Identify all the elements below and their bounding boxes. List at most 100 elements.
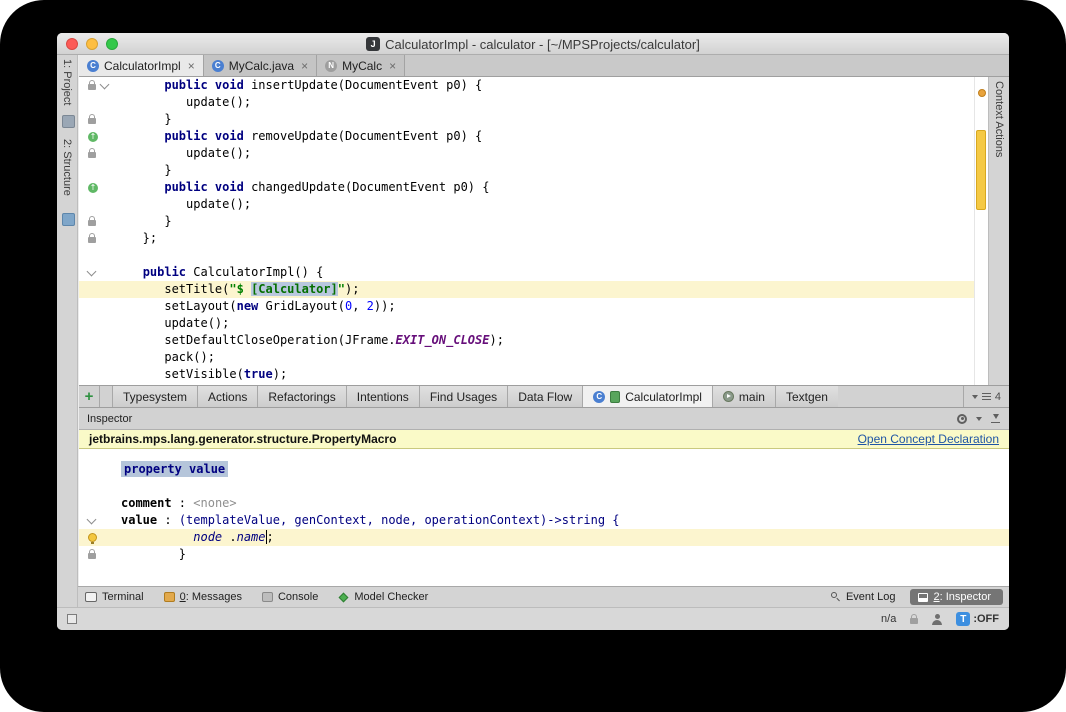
code-line[interactable] bbox=[79, 247, 974, 264]
concept-fqname: jetbrains.mps.lang.generator.structure.P… bbox=[89, 432, 397, 446]
bottom-tab[interactable]: Data Flow bbox=[507, 386, 583, 407]
messages-icon bbox=[163, 592, 175, 602]
code-line[interactable]: } bbox=[79, 162, 974, 179]
bottom-tab[interactable]: Textgen bbox=[774, 386, 838, 407]
code-text: } bbox=[121, 214, 172, 228]
bottom-tab[interactable]: Typesystem bbox=[112, 386, 198, 407]
code-line[interactable]: public void insertUpdate(DocumentEvent p… bbox=[79, 77, 974, 94]
open-concept-declaration-link[interactable]: Open Concept Declaration bbox=[858, 432, 999, 446]
hector-inspections-icon[interactable] bbox=[932, 613, 943, 625]
list-icon bbox=[981, 393, 991, 400]
code-line[interactable]: pack(); bbox=[79, 349, 974, 366]
code-line[interactable]: setLayout(new GridLayout(0, 2)); bbox=[79, 298, 974, 315]
inspection-status-icon[interactable] bbox=[978, 89, 986, 97]
code-line[interactable]: setVisible(true); bbox=[79, 366, 974, 383]
hide-panel-icon[interactable] bbox=[991, 413, 1001, 424]
tab-overflow-control[interactable]: 4 bbox=[962, 386, 1009, 407]
tab-stub bbox=[99, 386, 112, 407]
code-line[interactable]: value : (templateValue, genContext, node… bbox=[79, 512, 1009, 529]
inspector-editor[interactable]: property value comment : <none> value : (t… bbox=[79, 449, 1009, 586]
gear-icon[interactable] bbox=[957, 413, 967, 424]
code-text: } bbox=[121, 163, 172, 177]
code-line[interactable]: } bbox=[79, 213, 974, 230]
code-line[interactable]: property value bbox=[79, 461, 1009, 478]
titlebar[interactable]: J CalculatorImpl - calculator - [~/MPSPr… bbox=[57, 33, 1009, 55]
close-tab-icon[interactable]: × bbox=[389, 60, 396, 72]
bottom-tab-label: Data Flow bbox=[518, 389, 573, 404]
chevron-down-icon bbox=[971, 394, 978, 399]
code-line[interactable]: update(); bbox=[79, 315, 974, 332]
structure-tool-icon[interactable] bbox=[62, 213, 75, 226]
mps-app-icon: J bbox=[366, 37, 381, 51]
bottom-tab[interactable]: Refactorings bbox=[257, 386, 346, 407]
tool-window-label: Console bbox=[277, 591, 319, 603]
gutter bbox=[79, 512, 121, 529]
project-tool-icon[interactable] bbox=[62, 115, 75, 128]
gutter: ↑ bbox=[79, 128, 121, 145]
tool-window-button[interactable]: 0: Messages bbox=[163, 591, 242, 603]
bottom-tab-label: Find Usages bbox=[429, 389, 498, 404]
gutter bbox=[79, 315, 121, 332]
bottom-tab[interactable]: Find Usages bbox=[418, 386, 508, 407]
chevron-down-icon[interactable] bbox=[976, 416, 982, 421]
tool-window-button[interactable]: Model Checker bbox=[338, 591, 428, 603]
code-text: public CalculatorImpl() { bbox=[142, 265, 324, 279]
code-line[interactable]: update(); bbox=[79, 94, 974, 111]
close-window-button[interactable] bbox=[66, 38, 78, 50]
code-line[interactable]: ↑ public void removeUpdate(DocumentEvent… bbox=[79, 128, 974, 145]
add-tab-button[interactable]: + bbox=[79, 386, 99, 407]
memory-indicator[interactable]: n/a bbox=[881, 613, 896, 625]
scrollbar-thumb[interactable] bbox=[976, 130, 986, 210]
lock-icon[interactable] bbox=[910, 613, 919, 624]
lock-icon bbox=[88, 549, 96, 559]
typing-assist-toggle[interactable]: T :OFF bbox=[956, 612, 999, 626]
tool-window-button[interactable]: Console bbox=[261, 591, 319, 603]
event-log-button[interactable]: Event Log bbox=[830, 591, 896, 603]
main-area: public void insertUpdate(DocumentEvent p… bbox=[79, 77, 1009, 586]
bottom-tab[interactable]: Intentions bbox=[345, 386, 419, 407]
code-text: public void insertUpdate(DocumentEvent p… bbox=[164, 78, 483, 92]
fold-icon[interactable] bbox=[86, 266, 97, 276]
close-tab-icon[interactable]: × bbox=[301, 60, 308, 72]
code-line[interactable]: comment : <none> bbox=[79, 495, 1009, 512]
code-line[interactable]: update(); bbox=[79, 145, 974, 162]
event-log-label: Event Log bbox=[845, 591, 896, 603]
gutter bbox=[79, 196, 121, 213]
code-line[interactable]: public CalculatorImpl() { bbox=[79, 264, 974, 281]
editor-tab[interactable]: N MyCalc × bbox=[317, 55, 406, 76]
bottom-tab-active[interactable]: C CalculatorImpl bbox=[582, 386, 712, 407]
gutter bbox=[79, 247, 121, 264]
fold-icon[interactable] bbox=[99, 79, 110, 89]
tool-windows-toggle-icon[interactable] bbox=[67, 614, 77, 624]
tool-button-structure[interactable]: 2: Structure bbox=[61, 139, 73, 196]
code-line[interactable]: }; bbox=[79, 230, 974, 247]
lock-icon bbox=[88, 80, 96, 90]
minimize-window-button[interactable] bbox=[86, 38, 98, 50]
code-editor[interactable]: public void insertUpdate(DocumentEvent p… bbox=[79, 77, 974, 385]
code-line[interactable] bbox=[79, 478, 1009, 495]
fold-icon[interactable] bbox=[86, 514, 97, 524]
code-line[interactable]: update(); bbox=[79, 196, 974, 213]
code-text: }; bbox=[121, 231, 158, 245]
tool-button-project[interactable]: 1: Project bbox=[61, 59, 73, 105]
code-line[interactable]: } bbox=[79, 546, 1009, 563]
inspector-tool-button[interactable]: 2: Inspector bbox=[909, 589, 1003, 605]
bottom-tab[interactable]: Actions bbox=[197, 386, 258, 407]
editor-tab[interactable]: C CalculatorImpl × bbox=[79, 55, 204, 76]
tool-button-context-actions[interactable]: Context Actions bbox=[993, 81, 1005, 157]
code-line[interactable]: setDefaultCloseOperation(JFrame.EXIT_ON_… bbox=[79, 332, 974, 349]
window-title-area: J CalculatorImpl - calculator - [~/MPSPr… bbox=[57, 33, 1009, 55]
editor-scrollbar[interactable] bbox=[974, 77, 988, 385]
code-line[interactable]: } bbox=[79, 111, 974, 128]
bottom-tab[interactable]: main bbox=[711, 386, 775, 407]
code-line[interactable]: ↑ public void changedUpdate(DocumentEven… bbox=[79, 179, 974, 196]
console-icon bbox=[261, 592, 273, 602]
close-tab-icon[interactable]: × bbox=[188, 60, 195, 72]
editor-tab[interactable]: C MyCalc.java × bbox=[203, 55, 318, 76]
bulb-icon[interactable] bbox=[88, 533, 97, 544]
code-line[interactable]: node .name; bbox=[79, 529, 1009, 546]
zoom-window-button[interactable] bbox=[106, 38, 118, 50]
code-line[interactable]: setTitle("$ [Calculator]"); bbox=[79, 281, 974, 298]
tool-window-button[interactable]: Terminal bbox=[85, 591, 144, 603]
tool-window-label: 0: Messages bbox=[179, 591, 242, 603]
